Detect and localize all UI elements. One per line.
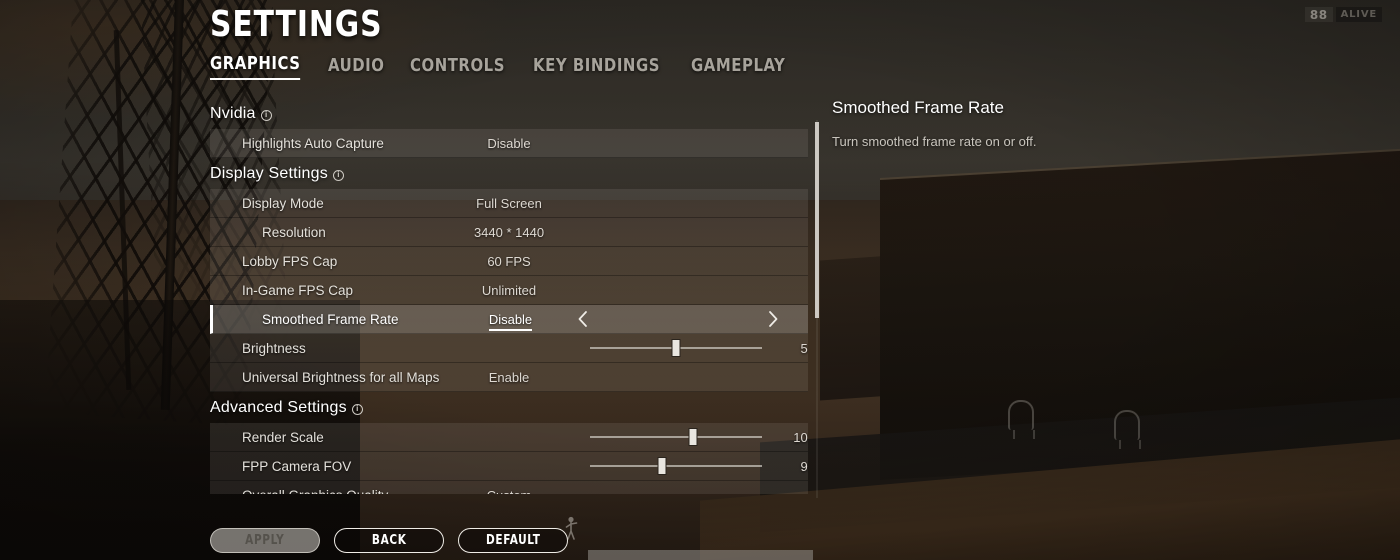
setting-row[interactable]: Brightness 50 <box>210 334 808 363</box>
settings-group-title: Nvidia <box>210 105 256 122</box>
info-icon[interactable]: i <box>332 169 344 181</box>
description-body: Turn smoothed frame rate on or off. <box>832 134 1037 149</box>
chevron-right-icon[interactable] <box>760 305 786 333</box>
setting-row-value-text: Disable <box>488 311 533 331</box>
settings-group-title: Display Settings <box>210 165 328 182</box>
setting-row[interactable]: Render Scale 100 <box>210 423 808 452</box>
setting-row-label: Universal Brightness for all Maps <box>242 369 440 385</box>
setting-slider[interactable]: 50 <box>590 334 808 362</box>
alive-count: 88 <box>1304 7 1333 22</box>
apply-button[interactable]: APPLY <box>210 528 320 553</box>
setting-slider[interactable]: 90 <box>590 452 808 480</box>
slider-handle[interactable] <box>688 428 698 446</box>
setting-row[interactable]: In-Game FPS Cap Unlimited <box>210 276 808 305</box>
setting-row-label: Smoothed Frame Rate <box>262 311 399 327</box>
settings-group-header: Nvidia i <box>210 98 808 129</box>
tab-graphics[interactable]: GRAPHICS <box>210 53 301 80</box>
slider-value: 90 <box>800 458 808 474</box>
slider-value: 50 <box>800 340 808 356</box>
slider-track[interactable] <box>590 457 762 475</box>
setting-row[interactable]: Resolution 3440 * 1440 <box>210 218 808 247</box>
setting-row-label: In-Game FPS Cap <box>242 282 354 298</box>
setting-row-label: Lobby FPS Cap <box>242 253 338 269</box>
description-title: Smoothed Frame Rate <box>832 98 1004 117</box>
settings-group-title: Advanced Settings <box>210 399 347 416</box>
page-title: SETTINGS <box>210 4 383 45</box>
info-icon[interactable]: i <box>260 109 272 121</box>
setting-row-label: Overall Graphics Quality <box>210 488 388 495</box>
chevron-left-icon[interactable] <box>570 305 596 333</box>
alive-counter-badge: 88 ALIVE <box>1304 7 1382 22</box>
bottom-hud-bar <box>588 550 813 560</box>
default-button-label: DEFAULT <box>485 533 541 548</box>
setting-row-label: Highlights Auto Capture <box>242 135 384 151</box>
tab-gameplay[interactable]: GAMEPLAY <box>691 55 785 80</box>
setting-row[interactable]: Highlights Auto Capture Disable <box>210 129 808 158</box>
slider-handle[interactable] <box>657 457 667 475</box>
setting-slider[interactable]: 100 <box>590 423 808 451</box>
setting-row-label: Resolution <box>262 224 326 240</box>
setting-row-label: Display Mode <box>242 195 324 211</box>
settings-screen: 88 ALIVE SETTINGS GRAPHICS AUDIO CONTROLS K… <box>0 0 1400 560</box>
tab-controls[interactable]: CONTROLS <box>410 55 505 80</box>
settings-group-header: Display Settings i <box>210 158 808 189</box>
setting-row-label: Brightness <box>242 340 306 356</box>
slider-track[interactable] <box>590 428 762 446</box>
apply-button-label: APPLY <box>245 533 285 548</box>
setting-row[interactable]: Universal Brightness for all Maps Enable <box>210 363 808 392</box>
setting-row[interactable]: Smoothed Frame Rate Disable <box>210 305 808 334</box>
default-button[interactable]: DEFAULT <box>458 528 568 553</box>
settings-group-header: Advanced Settings i <box>210 392 808 423</box>
tab-audio[interactable]: AUDIO <box>328 55 384 80</box>
settings-header: SETTINGS GRAPHICS AUDIO CONTROLS KEY BINDIN… <box>210 0 794 80</box>
description-panel: Smoothed Frame Rate Turn smoothed frame … <box>832 98 1282 152</box>
setting-row-label: Render Scale <box>242 429 324 445</box>
slider-track[interactable] <box>590 339 762 357</box>
setting-row-label: FPP Camera FOV <box>242 458 352 474</box>
footer-buttons: APPLY BACK DEFAULT <box>210 528 568 553</box>
tab-key-bindings[interactable]: KEY BINDINGS <box>533 55 660 80</box>
slider-handle[interactable] <box>671 339 681 357</box>
info-icon[interactable]: i <box>351 403 363 415</box>
slider-value: 100 <box>793 429 808 445</box>
setting-row[interactable]: FPP Camera FOV 90 <box>210 452 808 481</box>
alive-label: ALIVE <box>1335 7 1382 22</box>
settings-tabs: GRAPHICS AUDIO CONTROLS KEY BINDINGS GAMEPLA… <box>210 53 794 80</box>
settings-scrollbar-thumb[interactable] <box>815 122 819 318</box>
player-silhouette-icon <box>565 516 578 540</box>
back-button-label: BACK <box>371 533 407 548</box>
back-button[interactable]: BACK <box>334 528 444 553</box>
setting-row[interactable]: Display Mode Full Screen <box>210 189 808 218</box>
settings-list[interactable]: Nvidia i Highlights Auto Capture Disable Dis… <box>210 98 808 494</box>
setting-row[interactable]: Lobby FPS Cap 60 FPS <box>210 247 808 276</box>
setting-row[interactable]: Overall Graphics QualityCustom <box>210 481 808 494</box>
